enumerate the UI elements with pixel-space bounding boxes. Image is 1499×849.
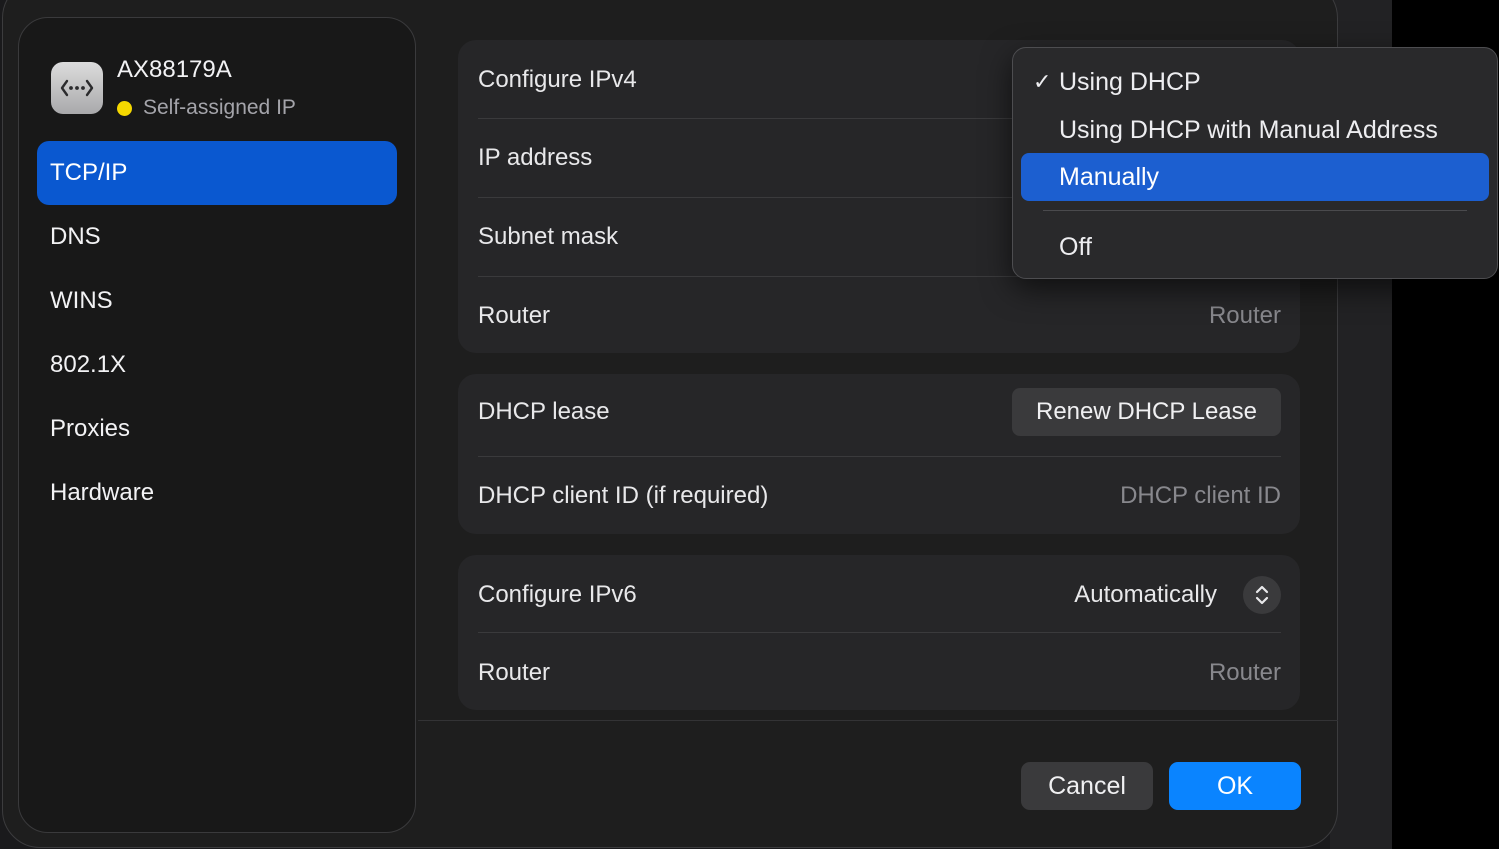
ip-address-label: IP address [478, 144, 593, 171]
divider [478, 456, 1281, 457]
sidebar-item-dns[interactable]: DNS [37, 205, 397, 269]
menu-item-using-dhcp[interactable]: ✓ Using DHCP [1021, 58, 1489, 106]
menu-item-label: Using DHCP with Manual Address [1059, 115, 1438, 144]
sidebar-item-tcpip[interactable]: TCP/IP [37, 141, 397, 205]
divider [478, 632, 1281, 633]
menu-item-off[interactable]: Off [1021, 223, 1489, 271]
menu-separator [1043, 210, 1467, 211]
configure-ipv4-label: Configure IPv4 [478, 66, 637, 93]
sidebar-item-proxies[interactable]: Proxies [37, 397, 397, 461]
configure-ipv6-label: Configure IPv6 [478, 581, 637, 608]
menu-item-label: Using DHCP [1059, 67, 1201, 96]
ipv6-router-label: Router [478, 659, 551, 686]
ipv4-router-field[interactable]: Router [1209, 302, 1281, 330]
ok-button[interactable]: OK [1169, 762, 1301, 810]
ipv6-card: Configure IPv6 Automatically Router Rout… [458, 555, 1300, 710]
dhcp-client-id-field[interactable]: DHCP client ID [1120, 482, 1281, 510]
menu-item-using-dhcp-manual-address[interactable]: Using DHCP with Manual Address [1021, 106, 1489, 154]
ipv6-router-field[interactable]: Router [1209, 659, 1281, 687]
menu-item-label: Manually [1059, 162, 1160, 191]
dhcp-lease-row: DHCP lease Renew DHCP Lease [478, 388, 1281, 436]
sidebar: AX88179A Self-assigned IP TCP/IP DNS WIN… [18, 17, 416, 833]
configure-ipv6-value: Automatically [1074, 581, 1217, 608]
chevron-up-down-icon [1243, 576, 1281, 614]
interface-status: Self-assigned IP [117, 96, 296, 120]
sidebar-item-hardware[interactable]: Hardware [37, 461, 397, 525]
status-dot-icon [117, 100, 132, 116]
interface-status-text: Self-assigned IP [143, 96, 296, 119]
sidebar-item-wins[interactable]: WINS [37, 269, 397, 333]
ethernet-arrows-icon [51, 62, 103, 114]
interface-name: AX88179A [117, 56, 232, 83]
subnet-mask-label: Subnet mask [478, 223, 619, 250]
checkmark-icon: ✓ [1033, 69, 1052, 94]
dhcp-client-id-label: DHCP client ID (if required) [478, 482, 769, 509]
cancel-button[interactable]: Cancel [1021, 762, 1153, 810]
dhcp-client-id-row: DHCP client ID (if required) DHCP client… [478, 476, 1281, 516]
ipv4-router-label: Router [478, 302, 551, 329]
dhcp-lease-label: DHCP lease [478, 398, 610, 425]
ipv6-router-row: Router Router [478, 653, 1281, 693]
configure-ipv6-select[interactable]: Automatically [1074, 576, 1281, 614]
footer-divider [418, 720, 1338, 721]
configure-ipv4-dropdown-menu: ✓ Using DHCP Using DHCP with Manual Addr… [1012, 47, 1498, 279]
menu-item-label: Off [1059, 232, 1092, 261]
configure-ipv6-row: Configure IPv6 Automatically [478, 575, 1281, 615]
menu-item-manually[interactable]: Manually [1021, 153, 1489, 201]
sidebar-item-8021x[interactable]: 802.1X [37, 333, 397, 397]
dhcp-card: DHCP lease Renew DHCP Lease DHCP client … [458, 374, 1300, 534]
ipv4-router-row: Router Router [478, 296, 1281, 336]
renew-dhcp-lease-button[interactable]: Renew DHCP Lease [1011, 388, 1281, 436]
